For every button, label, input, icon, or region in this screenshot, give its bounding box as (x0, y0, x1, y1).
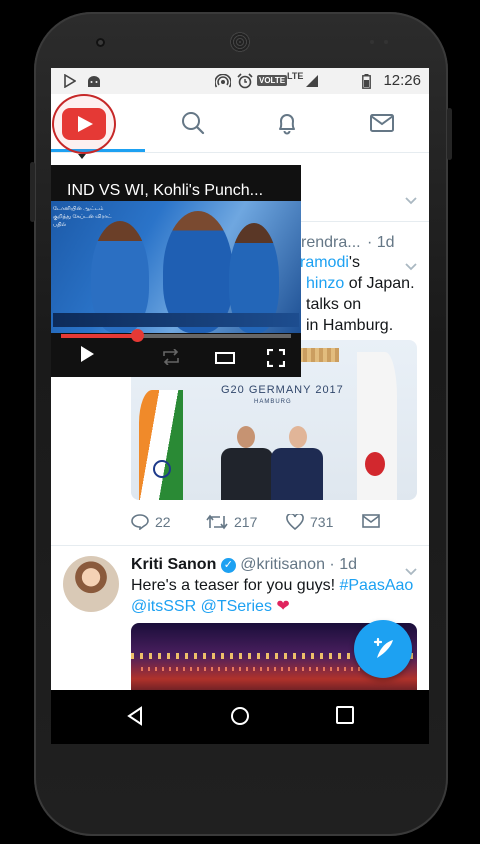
mention-link[interactable]: @TSeries (196, 598, 272, 615)
mention-link[interactable]: @itsSSR (131, 598, 196, 615)
pip-icon[interactable] (215, 351, 235, 370)
mail-icon[interactable] (369, 110, 395, 136)
person-left (221, 426, 273, 500)
bell-icon[interactable] (274, 110, 300, 136)
screen: VOLTE LTE 12:26 rendra... · 1d ramodi's … (51, 68, 429, 744)
tweet-time: · 1d (329, 556, 357, 573)
volume-button (447, 108, 452, 160)
japan-flag (357, 352, 397, 500)
search-icon[interactable] (180, 110, 206, 136)
sensor (384, 40, 388, 44)
chevron-down-icon[interactable] (405, 192, 417, 205)
tweet-line: ramodi's (300, 252, 360, 273)
tweet-line: @itsSSR @TSeries ❤ (131, 596, 290, 617)
heart-emoji: ❤ (276, 598, 290, 615)
pointer-arrow (78, 154, 86, 159)
video-progress-knob[interactable] (130, 329, 144, 342)
hashtag-link[interactable]: #PaasAao (339, 577, 413, 594)
android-icon (87, 74, 101, 88)
chevron-down-icon[interactable] (405, 563, 417, 576)
mention-link[interactable]: ramodi (300, 254, 349, 271)
sensor (370, 40, 374, 44)
photo-sub-text: HAMBURG (254, 399, 292, 405)
compose-tweet-button[interactable] (354, 620, 412, 678)
fullscreen-icon[interactable] (266, 348, 286, 372)
like-button[interactable]: 731 (286, 514, 333, 530)
power-button (30, 162, 35, 222)
network-type: LTE (287, 71, 304, 81)
tweet-time: · 1d (367, 234, 395, 251)
back-icon[interactable] (125, 706, 145, 731)
battery-icon (361, 73, 371, 89)
photo-banner-text: G20 GERMANY 2017 (221, 384, 344, 396)
retweet-button[interactable]: 217 (206, 514, 257, 530)
retweet-icon (206, 514, 228, 530)
front-camera (96, 38, 105, 47)
reply-icon (131, 514, 149, 530)
status-bar: VOLTE LTE 12:26 (51, 68, 429, 94)
tweet-line: hinzo of Japan. (306, 273, 415, 294)
youtube-icon[interactable] (52, 94, 116, 154)
play-icon[interactable] (79, 345, 95, 368)
compose-tweet-icon (373, 637, 393, 658)
avatar[interactable] (63, 556, 119, 612)
scoreboard (53, 313, 299, 327)
speaker-grille (230, 32, 250, 52)
heart-icon (286, 514, 304, 530)
mail-icon (362, 514, 380, 528)
clock: 12:26 (383, 72, 421, 89)
mention-link[interactable]: hinzo (306, 275, 344, 292)
play-store-icon (63, 74, 77, 88)
hotspot-icon (215, 74, 231, 88)
system-nav-bar (51, 690, 429, 744)
tweet-text: Here's a teaser for you guys! (131, 577, 340, 594)
person-right (271, 426, 323, 500)
tweet-text: in Hamburg. (306, 317, 394, 334)
alarm-icon (237, 73, 253, 89)
tweet-text: 's (348, 254, 360, 271)
like-count: 731 (310, 514, 334, 530)
direct-message-button[interactable] (362, 514, 380, 528)
reply-count: 22 (155, 514, 171, 530)
video-frame[interactable]: டோனியின் ஆட்டம் குறித்து கேப்டன் விராட் … (51, 201, 301, 333)
tweet-header: Kriti Sanon ✓ @kritisanon · 1d (131, 554, 357, 575)
repeat-icon[interactable] (161, 348, 181, 370)
recents-icon[interactable] (336, 706, 354, 729)
divider (51, 545, 429, 546)
india-flag (139, 390, 183, 500)
tweet-text: of Japan. (344, 275, 415, 292)
retweet-count: 217 (234, 514, 258, 530)
floating-video-player[interactable]: IND VS WI, Kohli's Punch... டோனியின் ஆட்… (51, 165, 301, 377)
video-title: IND VS WI, Kohli's Punch... (67, 182, 264, 199)
video-progress-fill (61, 334, 137, 338)
tweet-author[interactable]: Kriti Sanon (131, 556, 216, 573)
home-icon[interactable] (230, 706, 250, 731)
tweet-line: Here's a teaser for you guys! #PaasAao (131, 575, 413, 596)
volte-badge: VOLTE (257, 75, 288, 86)
tweet-handle[interactable]: @kritisanon (240, 556, 325, 573)
verified-icon: ✓ (220, 558, 236, 573)
signal-icon (305, 74, 319, 88)
video-progress-bar[interactable] (61, 329, 291, 342)
tweet-text: talks on (306, 296, 362, 313)
tweet-author[interactable]: rendra... (301, 232, 361, 253)
reply-button[interactable]: 22 (131, 514, 171, 530)
chevron-down-icon[interactable] (405, 258, 417, 271)
